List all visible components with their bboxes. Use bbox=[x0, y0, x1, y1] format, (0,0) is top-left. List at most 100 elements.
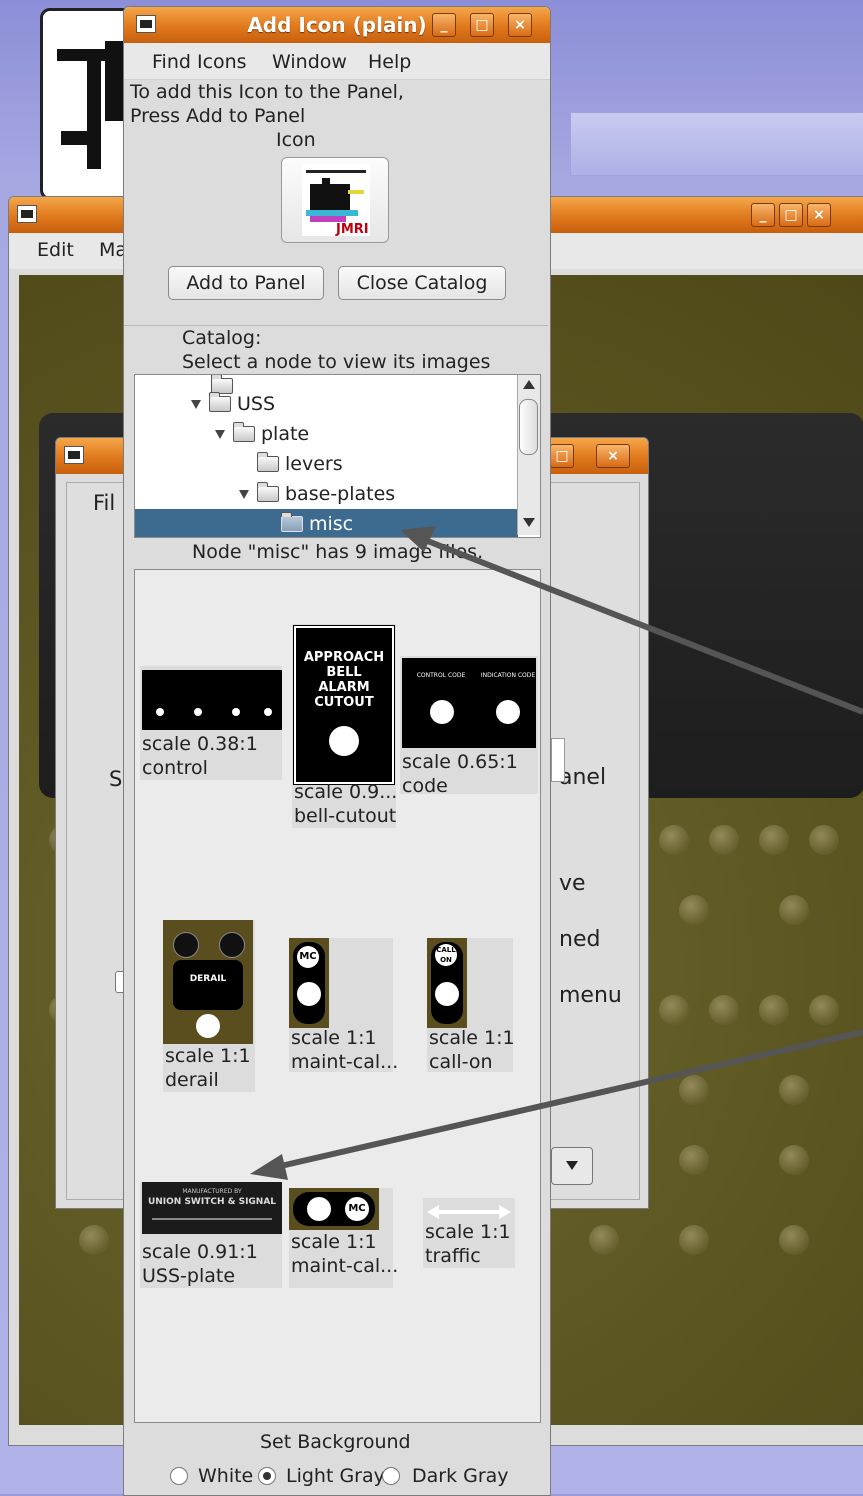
panel-dialog-text-field[interactable] bbox=[551, 738, 565, 782]
panel-dialog-partial-label-panel: anel bbox=[559, 765, 607, 790]
image-scale: scale 0.65:1 bbox=[402, 751, 518, 773]
minimize-button[interactable]: _ bbox=[432, 13, 456, 37]
instructions-line1: To add this Icon to the Panel, bbox=[130, 81, 404, 103]
image-scale: scale 1:1 bbox=[291, 1231, 377, 1253]
image-scale: scale 1:1 bbox=[291, 1027, 377, 1049]
image-cell-traffic[interactable]: scale 1:1 traffic bbox=[423, 1198, 515, 1268]
menu-find-icons[interactable]: Find Icons bbox=[152, 51, 247, 73]
image-name: maint-cal... bbox=[291, 1051, 399, 1073]
desktop-panel-bar bbox=[570, 112, 863, 176]
divider bbox=[124, 325, 548, 326]
image-cell-derail[interactable]: DERAIL scale 1:1 derail bbox=[163, 920, 255, 1092]
tree-row-plate[interactable]: plate bbox=[135, 419, 518, 449]
radio-light-gray-label[interactable]: Light Gray bbox=[286, 1465, 385, 1487]
scroll-up-icon[interactable] bbox=[523, 380, 535, 389]
image-name: code bbox=[402, 775, 448, 797]
tree-row-misc[interactable]: misc bbox=[135, 509, 518, 537]
bell-plate-text-4: CUTOUT bbox=[314, 695, 374, 710]
panel-dialog-partial-label-s: S bbox=[109, 767, 123, 791]
image-gallery: scale 0.38:1 control APPROACH BELL ALARM… bbox=[134, 569, 541, 1423]
catalog-tree[interactable]: USS plate levers base-plates misc bbox=[134, 374, 541, 538]
node-status: Node "misc" has 9 image files. bbox=[192, 541, 484, 563]
folder-icon bbox=[209, 392, 231, 412]
bell-plate-text-3: ALARM bbox=[318, 680, 370, 695]
scroll-thumb[interactable] bbox=[519, 399, 538, 455]
radio-dark-gray-label[interactable]: Dark Gray bbox=[412, 1465, 509, 1487]
editor-menu-edit[interactable]: Edit bbox=[37, 239, 74, 261]
panel-dialog-menu-file[interactable]: Fil bbox=[93, 491, 115, 515]
image-cell-maint-call-1[interactable]: MC scale 1:1 maint-cal... bbox=[289, 938, 398, 1073]
editor-minimize-button[interactable]: _ bbox=[751, 203, 775, 227]
image-scale: scale 0.9... bbox=[294, 781, 398, 803]
panel-dialog-maximize-button[interactable]: □ bbox=[550, 444, 574, 468]
editor-close-button[interactable]: × bbox=[807, 203, 831, 227]
radio-light-gray[interactable] bbox=[258, 1467, 276, 1485]
tree-label: misc bbox=[309, 513, 354, 535]
image-scale: scale 1:1 bbox=[425, 1221, 511, 1243]
bell-plate-text-1: APPROACH bbox=[303, 650, 385, 665]
bell-plate-text-2: BELL bbox=[326, 665, 362, 680]
uss-plate-image: MANUFACTURED BY UNION SWITCH & SIGNAL bbox=[142, 1182, 282, 1234]
image-name: USS-plate bbox=[142, 1265, 236, 1287]
maximize-button[interactable]: □ bbox=[470, 13, 494, 37]
instructions-line2: Press Add to Panel bbox=[130, 105, 306, 127]
image-cell-maint-call-2[interactable]: MC scale 1:1 maint-cal... bbox=[289, 1188, 398, 1288]
add-icon-titlebar: Add Icon (plain) _ □ × bbox=[124, 7, 550, 43]
catalog-label: Catalog: bbox=[182, 327, 262, 349]
tree-label: levers bbox=[285, 453, 343, 475]
panel-dialog-dropdown-button[interactable] bbox=[551, 1147, 593, 1185]
derail-plate-text: DERAIL bbox=[189, 974, 227, 984]
traffic-arrow-icon bbox=[427, 1202, 511, 1219]
image-cell-code[interactable]: CONTROL CODE INDICATION CODE scale 0.65:… bbox=[400, 656, 538, 797]
image-name: call-on bbox=[429, 1051, 493, 1073]
set-background-label: Set Background bbox=[260, 1431, 411, 1453]
tree-row-uss[interactable]: USS bbox=[135, 389, 518, 419]
menubar: Find Icons Window Help bbox=[124, 43, 550, 80]
image-name: control bbox=[142, 757, 208, 779]
folder-icon bbox=[257, 452, 279, 472]
add-to-panel-button[interactable]: Add to Panel bbox=[168, 266, 324, 300]
menu-help[interactable]: Help bbox=[368, 51, 411, 73]
jmri-logo-icon: JMRI bbox=[302, 164, 370, 237]
menu-window[interactable]: Window bbox=[272, 51, 347, 73]
image-cell-control[interactable]: scale 0.38:1 control bbox=[140, 666, 282, 780]
image-cell-bell-cutout[interactable]: APPROACH BELL ALARM CUTOUT scale 0.9... … bbox=[292, 624, 398, 828]
tree-label: USS bbox=[237, 393, 276, 415]
image-name: bell-cutout bbox=[294, 805, 397, 827]
panel-dialog-app-icon bbox=[64, 446, 84, 464]
uss-plate-text-2: UNION SWITCH & SIGNAL bbox=[147, 1197, 277, 1207]
code-plate-text-2: INDICATION CODE bbox=[480, 672, 536, 679]
tree-scrollbar[interactable] bbox=[517, 375, 540, 535]
image-cell-call-on[interactable]: CALL ON scale 1:1 call-on bbox=[427, 938, 515, 1073]
image-name: derail bbox=[165, 1069, 219, 1091]
image-scale: scale 1:1 bbox=[429, 1027, 515, 1049]
uss-plate-text-1: MANUFACTURED BY bbox=[182, 1188, 242, 1195]
tree-row-base-plates[interactable]: base-plates bbox=[135, 479, 518, 509]
image-scale: scale 1:1 bbox=[165, 1045, 251, 1067]
radio-white-label[interactable]: White bbox=[198, 1465, 253, 1487]
radio-white[interactable] bbox=[170, 1467, 188, 1485]
close-catalog-button[interactable]: Close Catalog bbox=[338, 266, 506, 300]
bell-cutout-plate-image: APPROACH BELL ALARM CUTOUT bbox=[293, 625, 395, 785]
maint-call-plate-image: MC bbox=[289, 938, 329, 1028]
panel-dialog-close-button[interactable]: × bbox=[596, 444, 630, 468]
panel-dialog-partial-label-ve: ve bbox=[559, 871, 586, 896]
maint-call-horizontal-plate-image: MC bbox=[289, 1188, 379, 1230]
editor-maximize-button[interactable]: □ bbox=[779, 203, 803, 227]
editor-app-icon bbox=[17, 205, 37, 223]
derail-plate-image: DERAIL bbox=[163, 920, 253, 1044]
control-plate-image bbox=[142, 670, 282, 730]
close-button[interactable]: × bbox=[508, 13, 532, 37]
expand-toggle-icon[interactable] bbox=[191, 400, 201, 409]
scroll-down-icon[interactable] bbox=[523, 518, 535, 527]
tree-label: base-plates bbox=[285, 483, 396, 505]
expand-toggle-icon[interactable] bbox=[239, 490, 249, 499]
image-cell-uss-plate[interactable]: MANUFACTURED BY UNION SWITCH & SIGNAL sc… bbox=[140, 1182, 282, 1288]
expand-toggle-icon[interactable] bbox=[215, 430, 225, 439]
call-on-plate-image: CALL ON bbox=[427, 938, 467, 1028]
icon-preview[interactable]: JMRI bbox=[281, 157, 389, 243]
radio-dark-gray[interactable] bbox=[382, 1467, 400, 1485]
panel-dialog-partial-label-menu: menu bbox=[559, 983, 622, 1008]
tree-row-levers[interactable]: levers bbox=[135, 449, 518, 479]
tree-label: plate bbox=[261, 423, 310, 445]
